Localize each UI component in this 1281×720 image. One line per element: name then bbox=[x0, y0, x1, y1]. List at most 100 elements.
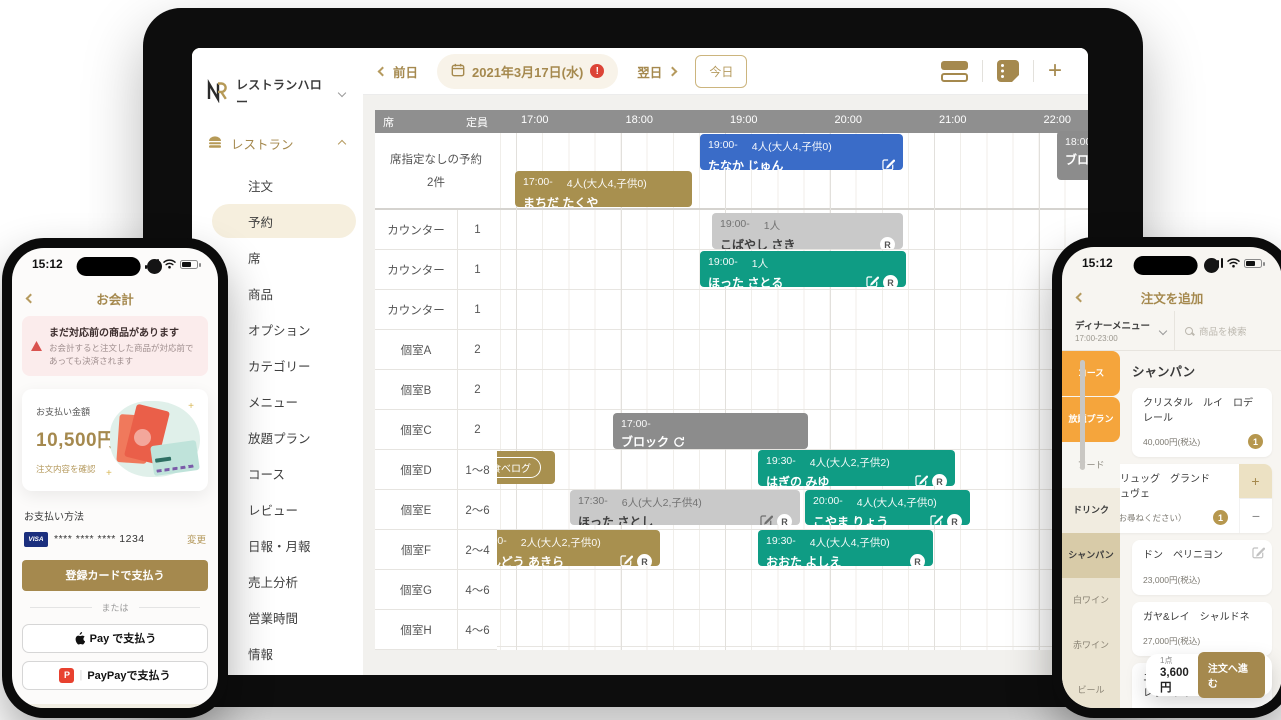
timeline-event[interactable]: 19:30-4人(大人4,子供0) おおた よしえR bbox=[758, 530, 933, 566]
timeline-event[interactable]: 17:00- ブロック bbox=[613, 413, 808, 449]
timeline-event[interactable]: 19:00-4人(大人4,子供0) たなか じゅん bbox=[700, 134, 903, 170]
view-toggle-icon[interactable] bbox=[941, 61, 968, 82]
divider bbox=[982, 60, 983, 82]
edit-icon[interactable] bbox=[930, 514, 943, 526]
category-tab-コース[interactable]: コース bbox=[1062, 351, 1120, 396]
alert-badge: ! bbox=[590, 64, 604, 78]
proceed-order-button[interactable]: 注文へ進む bbox=[1198, 652, 1265, 698]
timeline-event[interactable]: 17:30-6人(大人2,子供4) ほった さとしR bbox=[570, 490, 800, 525]
edit-icon[interactable] bbox=[1252, 546, 1265, 564]
seat-name: 個室D bbox=[375, 450, 457, 489]
card-number: **** **** **** 1234 bbox=[54, 533, 145, 545]
checkout-screen: 15:12 お会計 まだ対応前の商品があります お会計すると注文した商品が対応前… bbox=[12, 248, 218, 708]
edit-icon[interactable] bbox=[866, 275, 879, 288]
paypay-button[interactable]: P | PayPayで支払う bbox=[22, 661, 208, 690]
date-toolbar: 前日 2021年3月17日(水) ! 翌日 今日 + bbox=[363, 48, 1088, 95]
back-button[interactable] bbox=[26, 293, 36, 303]
product-name: クリュッグ グランド キュヴェ bbox=[1110, 473, 1228, 502]
product-card[interactable]: クリュッグ グランド キュヴェ （お尋ねください）1 +− bbox=[1096, 464, 1272, 533]
category-rail: コース放題プランフードドリンクシャンパン白ワイン赤ワインビールその他1その他2 bbox=[1062, 351, 1120, 708]
chevron-down-icon bbox=[338, 89, 346, 97]
event-name: こばやし さき bbox=[720, 236, 795, 249]
product-card[interactable]: ガヤ&レイ シャルドネ27,000円(税込) bbox=[1132, 602, 1272, 657]
today-button[interactable]: 今日 bbox=[695, 55, 747, 88]
payment-method-label: お支払い方法 bbox=[24, 508, 206, 523]
apple-pay-button[interactable]: Pay で支払う bbox=[22, 624, 208, 653]
category-tab-赤ワイン[interactable]: 赤ワイン bbox=[1062, 623, 1120, 668]
unassigned-reservations-cell[interactable]: 席指定なしの予約 2件 bbox=[375, 133, 497, 210]
battery-icon bbox=[180, 260, 198, 269]
section-title: シャンパン bbox=[1132, 361, 1272, 380]
product-price: 27,000円(税込) bbox=[1143, 635, 1261, 647]
app-logo-icon: R bbox=[637, 554, 652, 566]
category-tab-フード[interactable]: フード bbox=[1062, 443, 1120, 488]
add-reservation-button[interactable]: + bbox=[1048, 61, 1062, 81]
category-tab-シャンパン[interactable]: シャンパン bbox=[1062, 533, 1120, 578]
date-picker-button[interactable]: 2021年3月17日(水) ! bbox=[437, 54, 618, 89]
seat-capacity: 2〜6 bbox=[457, 490, 497, 529]
sidebar-item-注文[interactable]: 注文 bbox=[192, 167, 363, 203]
app-logo-icon: R bbox=[932, 474, 947, 486]
scrollbar[interactable] bbox=[1080, 360, 1085, 470]
cart-summary-bar: 1点 3,600円 注文へ進む bbox=[1146, 654, 1272, 696]
quantity-badge: 1 bbox=[1248, 434, 1263, 449]
seat-capacity: 2 bbox=[457, 370, 497, 409]
event-time: 19:30-4人(大人4,子供0) bbox=[766, 535, 925, 550]
timeline-event[interactable]: 17:00-4人(大人4,子供0) まちだ たくや bbox=[515, 171, 692, 207]
toolbar-icons: + bbox=[941, 60, 1088, 82]
menu-filter-row: ディナーメニュー 17:00-23:00 商品を検索 bbox=[1062, 311, 1281, 351]
category-tab-白ワイン[interactable]: 白ワイン bbox=[1062, 578, 1120, 623]
change-card-link[interactable]: 変更 bbox=[187, 532, 206, 546]
event-name: おおた よしえ bbox=[766, 553, 841, 566]
next-day-button[interactable]: 翌日 bbox=[631, 61, 682, 82]
clock: 15:12 bbox=[1082, 256, 1113, 270]
brand-name: レストランハロー bbox=[236, 76, 332, 110]
chevron-down-icon bbox=[1159, 326, 1167, 334]
tabelog-badge: 食べログ bbox=[497, 457, 541, 478]
edit-icon[interactable] bbox=[882, 158, 895, 171]
edit-icon[interactable] bbox=[760, 514, 773, 526]
pay-registered-card-button[interactable]: 登録カードで支払う bbox=[22, 560, 208, 591]
seat-capacity: 1 bbox=[457, 210, 497, 249]
decrement-button[interactable]: − bbox=[1239, 498, 1272, 533]
sidebar-section-restaurant[interactable]: レストラン bbox=[192, 110, 363, 153]
product-card[interactable]: クリスタル ルイ ロデレール40,000円(税込)1 bbox=[1132, 388, 1272, 457]
category-tab-ドリンク[interactable]: ドリンク bbox=[1062, 488, 1120, 533]
category-tab-放題プラン[interactable]: 放題プラン bbox=[1062, 397, 1120, 442]
seat-capacity: 2 bbox=[457, 330, 497, 369]
search-input[interactable]: 商品を検索 bbox=[1185, 324, 1281, 338]
edit-icon[interactable] bbox=[915, 474, 928, 487]
timeline-event[interactable]: 18:00- ブロック bbox=[1057, 131, 1088, 180]
product-card[interactable]: ドン ペリニヨン23,000円(税込) bbox=[1132, 540, 1272, 595]
category-tab-ビール[interactable]: ビール bbox=[1062, 668, 1120, 708]
page-title: お会計 bbox=[96, 289, 134, 308]
event-time: 16:00-2人(大人2,子供0) bbox=[497, 535, 652, 550]
event-name: ブロック bbox=[621, 433, 669, 449]
sidebar-item-予約[interactable]: 予約 bbox=[192, 203, 363, 239]
brand-row[interactable]: レストランハロー bbox=[192, 48, 363, 110]
timeline-event-tabelog[interactable]: 食べログ bbox=[497, 451, 555, 484]
wifi-icon bbox=[163, 259, 176, 269]
seat-row: 個室C2 bbox=[375, 410, 497, 450]
seat-capacity: 1 bbox=[457, 290, 497, 329]
reservation-list-icon[interactable] bbox=[997, 60, 1019, 82]
timeline-event[interactable]: 20:00-4人(大人4,子供0) こやま りょうR bbox=[805, 490, 970, 525]
prev-day-button[interactable]: 前日 bbox=[373, 61, 424, 82]
edit-icon[interactable] bbox=[620, 554, 633, 567]
product-price: （お尋ねください） bbox=[1110, 512, 1228, 524]
product-price: 40,000円(税込) bbox=[1143, 436, 1261, 448]
increment-button[interactable]: + bbox=[1239, 464, 1272, 498]
pending-items-alert: まだ対応前の商品があります お会計すると注文した商品が対応前であっても決済されま… bbox=[22, 316, 208, 376]
timeline-event[interactable]: 19:00-1人 ほった さとるR bbox=[700, 251, 906, 287]
timeline-event[interactable]: 19:00-1人 こばやし さきR bbox=[712, 213, 903, 249]
timeline-events: 19:00-4人(大人4,子供0) たなか じゅん 18:00- ブロック 17:0… bbox=[497, 110, 1088, 650]
timeline-event[interactable]: 16:00-2人(大人2,子供0) しんどう あきらR bbox=[497, 530, 660, 566]
event-name: はぎの みゆ bbox=[766, 473, 829, 486]
seat-rows: カウンター1カウンター1カウンター1個室A2個室B2個室C2個室D1〜8個室E2… bbox=[375, 210, 497, 650]
seat-row: カウンター1 bbox=[375, 290, 497, 330]
quantity-badge: 1 bbox=[1213, 510, 1228, 525]
timeline-event[interactable]: 19:30-4人(大人2,子供2) はぎの みゆR bbox=[758, 450, 955, 486]
clock: 15:12 bbox=[32, 257, 63, 271]
tablet-device: レストランハロー レストラン 注文予約席商品オプションカテゴリーメニュー放題プラ… bbox=[143, 8, 1143, 707]
seat-name: 個室C bbox=[375, 410, 457, 449]
